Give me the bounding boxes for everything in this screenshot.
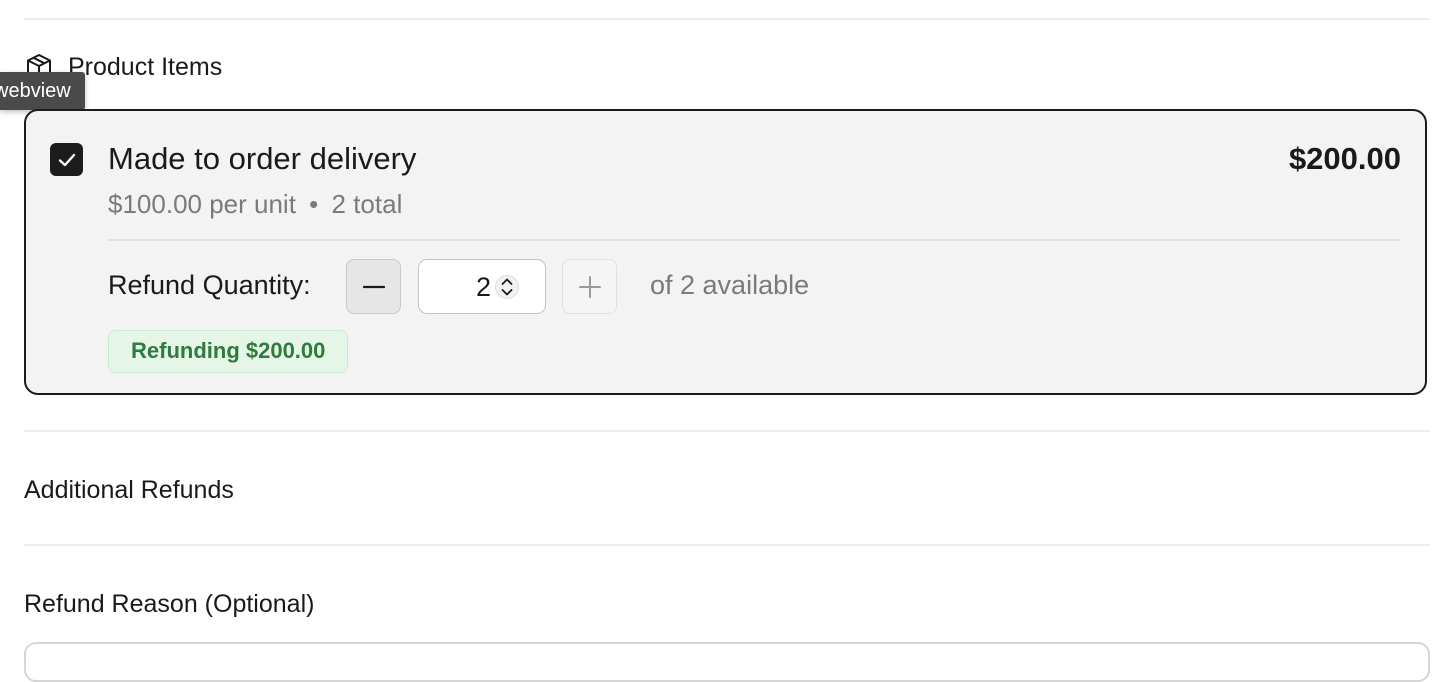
tooltip-label: webview <box>0 80 71 102</box>
section-divider <box>24 544 1430 546</box>
product-item-card[interactable]: Made to order delivery $200.00 $100.00 p… <box>24 109 1427 395</box>
spinner-arrows-icon[interactable] <box>495 272 519 302</box>
refund-reason-textarea[interactable] <box>24 642 1430 682</box>
quantity-value: 2 <box>475 272 491 302</box>
item-checkbox[interactable] <box>50 143 83 176</box>
additional-refunds-heading[interactable]: Additional Refunds <box>24 476 234 505</box>
increase-quantity-button[interactable] <box>562 259 617 314</box>
refund-quantity-label: Refund Quantity: <box>108 270 311 300</box>
quantity-total: 2 total <box>331 189 403 219</box>
section-divider <box>24 430 1430 432</box>
plus-icon <box>578 275 601 298</box>
refund-amount-badge: Refunding $200.00 <box>108 330 349 373</box>
product-items-title: Product Items <box>68 52 223 81</box>
card-divider <box>108 239 1401 241</box>
decrease-quantity-button[interactable] <box>346 259 401 314</box>
available-quantity: of 2 available <box>650 270 810 300</box>
item-title: Made to order delivery <box>108 141 417 176</box>
unit-price: $100.00 per unit <box>108 189 296 219</box>
refund-reason-heading: Refund Reason (Optional) <box>24 590 315 618</box>
item-total-price: $200.00 <box>1288 141 1401 176</box>
webview-tooltip: webview <box>0 72 85 110</box>
minus-icon <box>362 285 385 288</box>
separator-dot: • <box>309 189 319 219</box>
checkmark-icon <box>58 153 75 166</box>
refund-quantity-input[interactable]: 2 <box>418 259 546 314</box>
item-subtitle: $100.00 per unit • 2 total <box>108 189 402 220</box>
top-divider <box>24 18 1430 20</box>
